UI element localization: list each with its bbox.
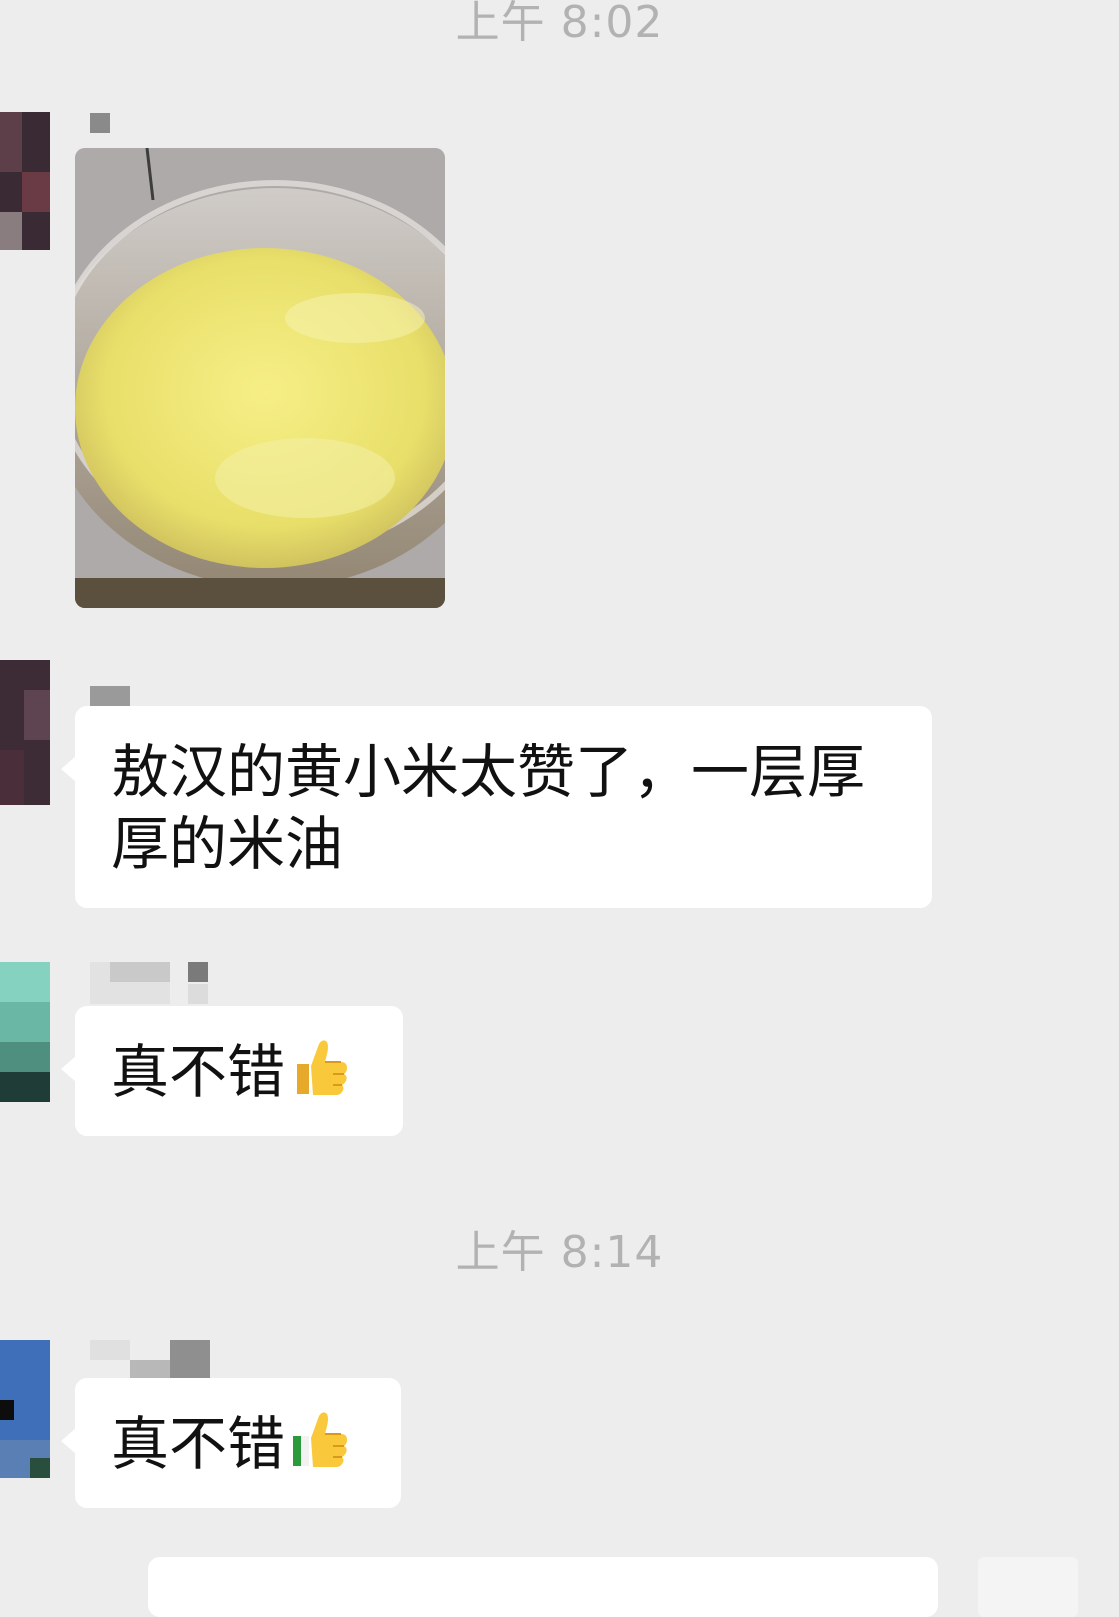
message-bubble-partial[interactable] (148, 1557, 938, 1617)
sender-avatar[interactable] (0, 660, 50, 805)
message-text: 真不错 (111, 1038, 286, 1106)
millet-porridge-photo (75, 148, 445, 608)
sender-name (90, 1340, 210, 1380)
timestamp: 上午 8:14 (455, 1227, 664, 1278)
sender-name (90, 686, 130, 706)
sender-name (90, 113, 110, 133)
image-message[interactable] (75, 148, 445, 608)
timestamp: 上午 8:02 (455, 0, 664, 48)
message-text: 真不错 (111, 1410, 286, 1478)
sender-avatar[interactable] (0, 1340, 50, 1478)
own-avatar[interactable] (978, 1557, 1078, 1617)
thumbs-up-icon (289, 1408, 351, 1486)
message-bubble[interactable]: 敖汉的黄小米太赞了，一层厚 厚的米油 (61, 706, 932, 908)
sender-avatar[interactable] (0, 112, 50, 250)
message-text-line2: 厚的米油 (111, 810, 344, 878)
message-text: 敖汉的黄小米太赞了，一层厚 (111, 738, 866, 806)
sender-avatar[interactable] (0, 962, 50, 1102)
sender-name (90, 962, 210, 1004)
message-bubble[interactable]: 真不错 (61, 1006, 403, 1136)
thumbs-up-icon (289, 1036, 351, 1114)
message-bubble[interactable]: 真不错 (61, 1378, 401, 1508)
